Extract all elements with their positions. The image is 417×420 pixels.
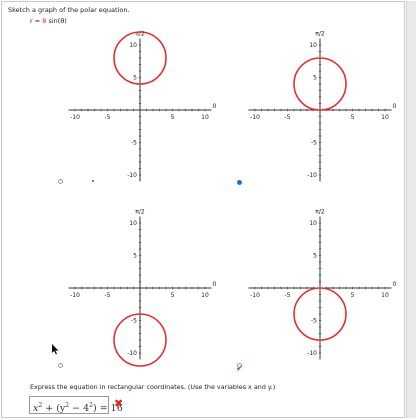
radio-option-c[interactable] — [58, 363, 63, 368]
y-tick-label: -10 — [127, 172, 137, 179]
graph-option-c[interactable]: -10 -5 5 10 10 5 -5 -10 π/2 0 — [60, 208, 220, 368]
y-tick-label: -5 — [311, 318, 317, 325]
y-tick-label: -5 — [131, 140, 137, 147]
x-tick-label: -5 — [285, 114, 291, 121]
y-tick-label: 10 — [129, 42, 137, 49]
x-tick-label: -5 — [105, 114, 111, 121]
y-tick-label: 5 — [133, 75, 137, 82]
axis-label-top: π/2 — [135, 209, 145, 216]
x-tick-label: 5 — [171, 292, 175, 299]
radio-option-b[interactable] — [237, 180, 242, 185]
x-tick-label: 5 — [351, 292, 355, 299]
y-tick-label: -10 — [307, 172, 317, 179]
x-tick-label: -10 — [250, 292, 260, 299]
y-tick-label: 5 — [133, 253, 137, 260]
x-tick-label: 5 — [351, 114, 355, 121]
x-tick-label: -5 — [285, 292, 291, 299]
x-tick-label: -5 — [105, 292, 111, 299]
polar-equation: r = 8 sin(θ) — [30, 17, 67, 25]
axis-label-right: 0 — [393, 103, 397, 110]
graph-option-d[interactable]: -10 -5 5 10 10 5 -5 -10 π/2 0 — [240, 208, 400, 368]
scrollbar[interactable] — [406, 1, 416, 418]
axis-label-top: π/2 — [315, 209, 325, 216]
graph-option-a[interactable]: -10 -5 5 10105-5-10π/20 — [60, 30, 220, 190]
y-tick-label: -5 — [311, 140, 317, 147]
y-tick-label: 10 — [309, 220, 317, 227]
y-tick-label: -10 — [307, 350, 317, 357]
y-tick-label: 5 — [313, 75, 317, 82]
y-tick-label: -5 — [131, 318, 137, 325]
mouse-cursor-icon — [52, 344, 59, 355]
y-tick-label: -10 — [127, 350, 137, 357]
x-tick-label: 10 — [201, 114, 209, 121]
x-tick-label: 10 — [381, 292, 389, 299]
axis-label-top: π/2 — [315, 31, 325, 38]
rectangular-instruction: Express the equation in rectangular coor… — [30, 383, 276, 391]
graph-option-b[interactable]: -10 -5 5 10 10 5 -5 -10 π/2 0 — [240, 30, 400, 190]
decorative-dot — [92, 180, 94, 182]
x-icon: ✖ — [114, 397, 124, 410]
axis-label-right: 0 — [393, 281, 397, 288]
axis-label-right: 0 — [213, 103, 217, 110]
x-tick-label: 10 — [201, 292, 209, 299]
y-tick-label: 10 — [129, 220, 137, 227]
y-tick-label: 10 — [309, 42, 317, 49]
x-tick-label: 10 — [381, 114, 389, 121]
question-prompt: Sketch a graph of the polar equation. — [8, 6, 130, 14]
x-tick-label: -10 — [70, 292, 80, 299]
x-tick-label: 5 — [171, 114, 175, 121]
axis-label-right: 0 — [213, 281, 217, 288]
x-tick-label: -10 — [70, 114, 80, 121]
answer-input[interactable]: x2 + (y2 − 42) = 16 — [29, 396, 123, 414]
y-tick-label: 5 — [313, 253, 317, 260]
check-icon: ✔ — [236, 364, 244, 374]
radio-option-a[interactable] — [58, 179, 63, 184]
x-tick-label: -10 — [250, 114, 260, 121]
